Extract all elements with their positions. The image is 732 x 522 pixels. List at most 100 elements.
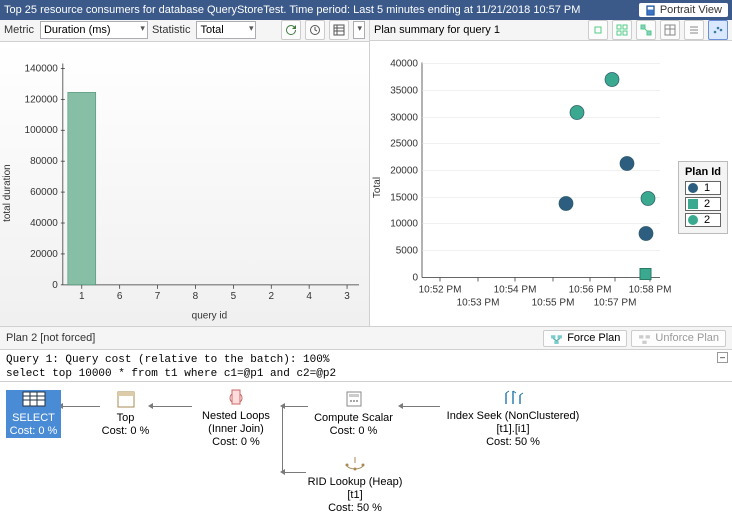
dot-plan2-2[interactable] [605, 73, 619, 87]
legend-title: Plan Id [685, 166, 721, 178]
scatter-grid: 0500010000150002000025000300003500040000 [390, 59, 660, 284]
refresh-button[interactable] [281, 20, 301, 40]
dot-plan1-2[interactable] [620, 157, 634, 171]
svg-text:30000: 30000 [390, 113, 418, 124]
svg-text:5000: 5000 [396, 246, 419, 257]
bar-xlabel: query id [192, 311, 227, 322]
single-icon [592, 24, 604, 36]
svg-text:10:55 PM: 10:55 PM [532, 298, 575, 309]
svg-text:10:54 PM: 10:54 PM [494, 285, 537, 296]
metric-label: Metric [4, 24, 34, 36]
svg-text:60000: 60000 [30, 187, 58, 198]
indexseek-op-icon [501, 389, 525, 407]
svg-text:5: 5 [231, 291, 237, 302]
legend-item-1[interactable]: 1 [685, 181, 721, 195]
plan-node-ridlookup[interactable]: RID Lookup (Heap)[t1]Cost: 50 % [300, 454, 410, 515]
plan-node-indexseek[interactable]: Index Seek (NonClustered)[t1].[i1]Cost: … [438, 388, 588, 449]
collapse-toggle[interactable]: – [717, 352, 728, 363]
statistic-label: Statistic [152, 24, 191, 36]
svg-text:7: 7 [155, 291, 161, 302]
rel-table-button[interactable] [684, 20, 704, 40]
plan-status: Plan 2 [not forced] [6, 332, 95, 344]
table-icon [664, 24, 676, 36]
compute-op-icon [343, 391, 365, 409]
page-header: Top 25 resource consumers for database Q… [0, 0, 732, 20]
svg-text:40000: 40000 [390, 59, 418, 70]
statistic-select[interactable]: Total [196, 21, 256, 39]
svg-text:10:56 PM: 10:56 PM [569, 285, 612, 296]
dot-plan2-1[interactable] [570, 106, 584, 120]
force-plan-icon [550, 332, 563, 345]
unforce-plan-icon [638, 332, 651, 345]
left-panel: Metric Duration (ms) Statistic Total tot… [0, 20, 370, 326]
scatter-chart: Total 0500010000150002000025000300003500… [370, 41, 732, 326]
multi-icon [616, 24, 628, 36]
unforce-plan-button[interactable]: Unforce Plan [631, 330, 726, 347]
plan-node-nestedloops[interactable]: Nested Loops(Inner Join)Cost: 0 % [190, 388, 282, 449]
svg-text:4: 4 [306, 291, 312, 302]
svg-text:10000: 10000 [390, 219, 418, 230]
bar-ylabel: total duration [2, 164, 13, 222]
bar-xticks: 1 6 7 8 5 2 4 3 [79, 285, 350, 302]
query-text: Query 1: Query cost (relative to the bat… [0, 350, 732, 382]
rel-link-button[interactable] [636, 20, 656, 40]
plan-node-computescalar[interactable]: Compute ScalarCost: 0 % [306, 390, 401, 438]
svg-text:10:52 PM: 10:52 PM [419, 285, 462, 296]
scatter-icon [712, 24, 724, 36]
portrait-view-button[interactable]: Portrait View [639, 3, 728, 17]
svg-text:25000: 25000 [390, 139, 418, 150]
scatter-ylabel: Total [372, 177, 383, 198]
bar-query-1[interactable] [68, 92, 96, 284]
svg-text:140000: 140000 [25, 63, 59, 74]
svg-text:0: 0 [412, 273, 418, 284]
rel-single-button[interactable] [588, 20, 608, 40]
refresh-icon [285, 24, 297, 36]
plan-node-top[interactable]: TopCost: 0 % [98, 390, 153, 438]
legend-item-3[interactable]: 2 [685, 213, 721, 227]
dot-plan2-3[interactable] [641, 192, 655, 206]
svg-text:20000: 20000 [390, 166, 418, 177]
svg-text:10:58 PM: 10:58 PM [629, 285, 672, 296]
scatter-xticks: 10:52 PM 10:53 PM 10:54 PM 10:55 PM 10:5… [419, 278, 672, 309]
svg-text:80000: 80000 [30, 156, 58, 167]
svg-text:2: 2 [268, 291, 274, 302]
svg-text:40000: 40000 [30, 218, 58, 229]
force-plan-button[interactable]: Force Plan [543, 330, 627, 347]
grid-button[interactable] [329, 20, 349, 40]
bar-yticks: 0 20000 40000 60000 80000 100000 120000 … [25, 63, 65, 290]
svg-text:6: 6 [117, 291, 123, 302]
legend-item-2[interactable]: 2 [685, 197, 721, 211]
dot-plan1-1[interactable] [559, 197, 573, 211]
svg-text:10:57 PM: 10:57 PM [594, 298, 637, 309]
chart-type-select[interactable] [353, 21, 365, 39]
join-op-icon [224, 389, 248, 407]
dot-plan1-3[interactable] [639, 227, 653, 241]
plan-canvas[interactable]: SELECTCost: 0 % TopCost: 0 % Nested Loop… [0, 382, 732, 522]
portrait-view-label: Portrait View [660, 4, 722, 16]
time-button[interactable] [305, 20, 325, 40]
left-toolbar: Metric Duration (ms) Statistic Total [0, 20, 369, 42]
rel-multi-button[interactable] [612, 20, 632, 40]
ridlookup-op-icon [343, 455, 367, 473]
portrait-icon [645, 5, 656, 16]
svg-text:120000: 120000 [25, 94, 59, 105]
dot-plan2-sq[interactable] [640, 269, 651, 280]
list-icon [688, 24, 700, 36]
svg-text:35000: 35000 [390, 86, 418, 97]
select-op-icon [21, 391, 47, 409]
plan-title-row: Plan 2 [not forced] Force Plan Unforce P… [0, 326, 732, 350]
rel-grid-button[interactable] [660, 20, 680, 40]
svg-text:0: 0 [52, 280, 58, 291]
charts-row: Metric Duration (ms) Statistic Total tot… [0, 20, 732, 326]
plan-summary-title: Plan summary for query 1 [374, 24, 500, 36]
metric-select[interactable]: Duration (ms) [40, 21, 148, 39]
rel-chart-button[interactable] [708, 20, 728, 40]
right-panel: Plan summary for query 1 Total 0 5000 1000… [370, 20, 732, 326]
svg-text:100000: 100000 [25, 125, 59, 136]
plan-node-select[interactable]: SELECTCost: 0 % [6, 390, 61, 438]
svg-text:3: 3 [344, 291, 350, 302]
svg-text:1: 1 [79, 291, 85, 302]
link-grid-icon [640, 24, 652, 36]
planid-legend: Plan Id 1 2 2 [678, 161, 728, 234]
svg-text:8: 8 [193, 291, 199, 302]
